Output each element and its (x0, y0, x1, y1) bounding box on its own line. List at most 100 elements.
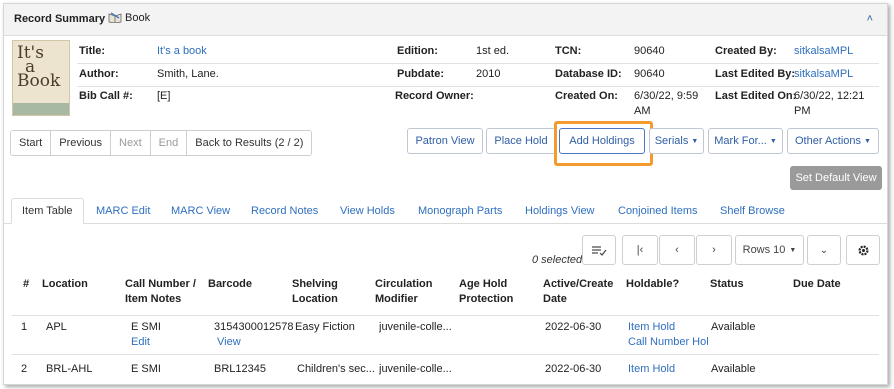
serials-dropdown[interactable]: Serials ▼ (649, 128, 704, 154)
call-number-cell: E SMI (131, 363, 161, 375)
next-button[interactable]: Next (111, 131, 151, 155)
highlight-box (554, 121, 653, 166)
active-date-cell: 2022-06-30 (545, 363, 602, 375)
barcode-cell: 3154300012578 (214, 321, 294, 333)
edition-label: Edition: (397, 45, 438, 57)
circ-modifier-cell: juvenile-colle... (379, 363, 452, 375)
grid-settings-button[interactable] (846, 235, 880, 265)
call-number-cell: E SMI (131, 321, 161, 333)
caret-down-icon: ▼ (789, 246, 797, 254)
chevron-down-icon: ⌄ (819, 244, 829, 256)
tab-conjoined-items[interactable]: Conjoined Items (618, 198, 698, 224)
caret-down-icon: ▼ (769, 137, 777, 145)
item-hold-link[interactable]: Item Hold (628, 321, 675, 333)
back-to-results-button[interactable]: Back to Results (2 / 2) (187, 131, 312, 155)
edit-item-link[interactable]: Edit (131, 336, 150, 348)
place-hold-button[interactable]: Place Hold (486, 128, 556, 154)
patron-view-button[interactable]: Patron View (407, 128, 483, 154)
col-header-call-number: Call Number / Item Notes (125, 278, 196, 305)
col-header-active-date: Active/Create Date (543, 278, 614, 305)
cover-band (13, 103, 69, 115)
created-on-value: 6/30/22, 9:59 (634, 90, 699, 102)
selected-count: 0 selected (532, 254, 583, 266)
created-by-label: Created By: (715, 45, 777, 57)
bibcall-value: [E] (157, 90, 171, 102)
book-icon (108, 12, 122, 23)
call-number-hold-link[interactable]: Call Number Hol (628, 336, 708, 348)
table-divider (12, 315, 879, 316)
col-header-age-hold: Age Hold Protection (459, 278, 514, 305)
caret-down-icon: ▼ (864, 137, 871, 145)
col-header-number: # (23, 278, 30, 290)
tcn-label: TCN: (555, 45, 582, 57)
shelving-location-cell: Children's sec... (297, 363, 375, 375)
other-actions-dropdown[interactable]: Other Actions ▼ (787, 128, 879, 154)
next-page-button[interactable]: › (696, 235, 732, 265)
status-cell: Available (711, 321, 756, 333)
record-page: Record Summary Book ˄ It's a Book Title:… (3, 3, 888, 385)
grid-actions-button[interactable] (582, 235, 616, 265)
table-divider (12, 354, 879, 355)
summary-divider (77, 86, 879, 87)
col-header-holdable: Holdable? (626, 278, 680, 290)
col-header-due-date: Due Date (793, 278, 841, 290)
title-link[interactable]: It's a book (157, 45, 207, 57)
status-cell: Available (711, 363, 756, 375)
format-text: Book (125, 12, 151, 24)
record-navigation: Start Previous Next End Back to Results … (10, 130, 313, 156)
summary-divider (77, 63, 879, 64)
first-page-button[interactable]: |‹ (622, 235, 658, 265)
tab-holdings-view[interactable]: Holdings View (525, 198, 595, 224)
tab-item-table[interactable]: Item Table (11, 198, 84, 224)
col-header-barcode: Barcode (208, 278, 253, 290)
end-button[interactable]: End (150, 131, 188, 155)
tab-monograph-parts[interactable]: Monograph Parts (418, 198, 502, 224)
last-edited-on-value: 6/30/22, 12:21 (794, 90, 865, 102)
tab-shelf-browse[interactable]: Shelf Browse (720, 198, 785, 224)
previous-page-button[interactable]: ‹ (659, 235, 695, 265)
gear-icon (857, 244, 869, 256)
tab-marc-view[interactable]: MARC View (171, 198, 230, 224)
tab-record-notes[interactable]: Record Notes (251, 198, 318, 224)
mark-for-dropdown[interactable]: Mark For... ▼ (708, 128, 783, 154)
created-on-label: Created On: (555, 90, 618, 102)
barcode-cell: BRL12345 (214, 363, 266, 375)
col-header-circ-modifier: Circulation Modifier (375, 278, 433, 305)
cover-title: It's a Book (17, 43, 61, 91)
row-number: 2 (21, 363, 28, 375)
list-check-icon (592, 246, 607, 256)
view-item-link[interactable]: View (217, 336, 241, 348)
first-page-icon: |‹ (636, 244, 644, 256)
col-header-shelving-location: Shelving Location (292, 278, 338, 305)
rows-per-page-dropdown[interactable]: Rows 10 ▼ (735, 235, 804, 265)
record-summary-header: Record Summary Book ˄ (4, 4, 887, 36)
tab-marc-edit[interactable]: MARC Edit (96, 198, 150, 224)
record-summary-title: Record Summary (14, 13, 106, 25)
col-header-location: Location (42, 278, 88, 290)
cover-image: It's a Book (12, 40, 70, 116)
record-owner-label: Record Owner: (395, 90, 474, 102)
expand-columns-button[interactable]: ⌄ (807, 235, 841, 265)
last-edited-on-label: Last Edited On: (715, 90, 797, 102)
previous-button[interactable]: Previous (51, 131, 112, 155)
start-button[interactable]: Start (11, 131, 52, 155)
row-number: 1 (21, 321, 28, 333)
set-default-view-button[interactable]: Set Default View (790, 166, 882, 190)
author-value: Smith, Lane. (157, 68, 219, 80)
last-edited-on-value-2: PM (794, 105, 811, 117)
circ-modifier-cell: juvenile-colle... (379, 321, 452, 333)
edition-value: 1st ed. (476, 45, 510, 57)
last-edited-by-link[interactable]: sitkalsaMPL (794, 68, 853, 80)
created-by-link[interactable]: sitkalsaMPL (794, 45, 853, 57)
database-id-label: Database ID: (555, 68, 622, 80)
chevron-right-icon: › (712, 244, 716, 256)
location-cell: APL (46, 321, 67, 333)
chevron-left-icon: ‹ (675, 244, 679, 256)
item-hold-link[interactable]: Item Hold (628, 363, 675, 375)
author-label: Author: (79, 68, 119, 80)
tab-view-holds[interactable]: View Holds (340, 198, 395, 224)
last-edited-by-label: Last Edited By: (715, 68, 796, 80)
collapse-chevron-icon[interactable]: ˄ (867, 13, 873, 25)
created-on-value-2: AM (634, 105, 651, 117)
record-tabs: Item Table MARC Edit MARC View Record No… (4, 192, 887, 224)
